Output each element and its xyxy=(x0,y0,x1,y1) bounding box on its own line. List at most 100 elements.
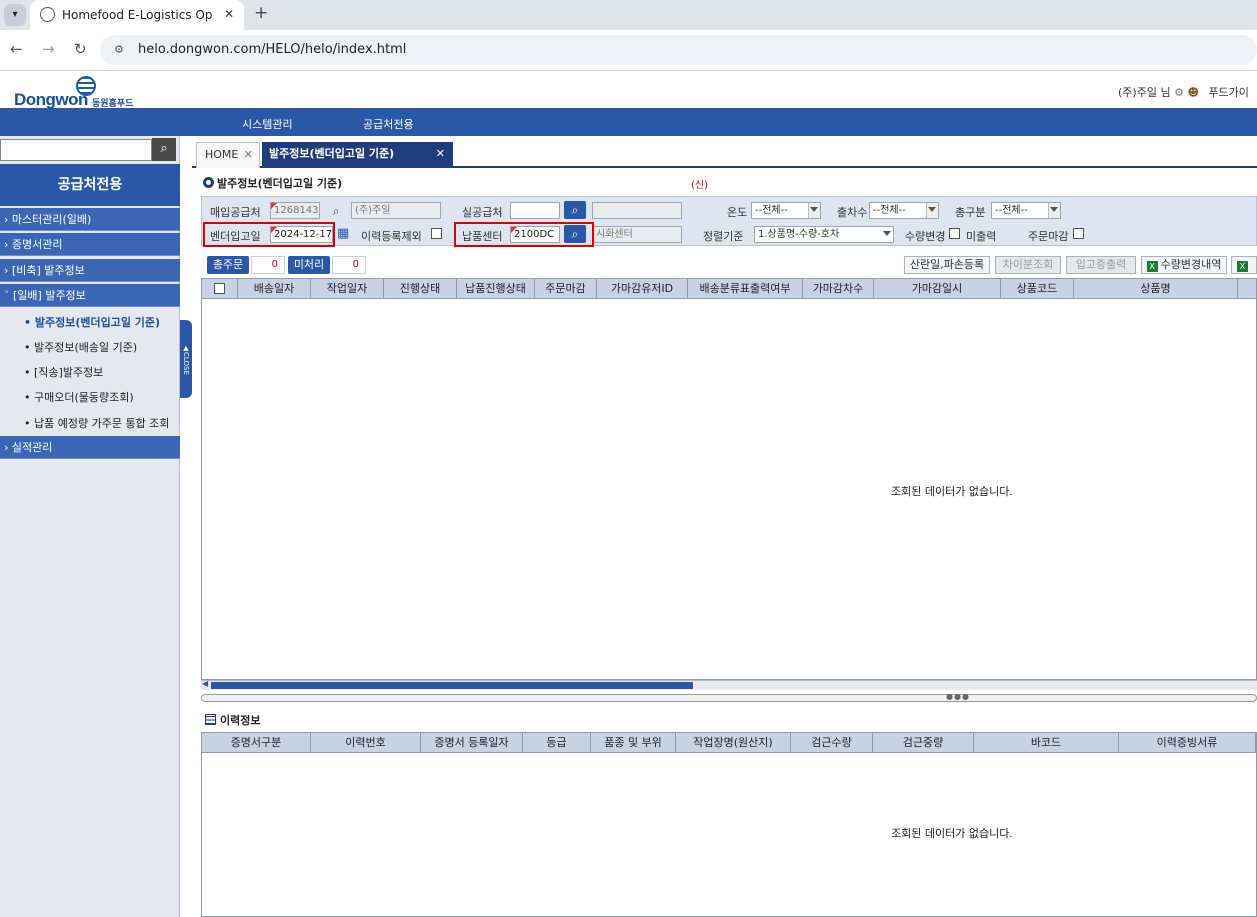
col-header[interactable]: 상품명 xyxy=(1074,279,1238,299)
egg-damage-register-button[interactable]: 산란일,파손등록 xyxy=(904,256,990,274)
select-all-checkbox[interactable] xyxy=(214,283,225,294)
sidebar-group-results[interactable]: › 실적관리 xyxy=(0,436,180,459)
order-close-label: 주문마감 xyxy=(1028,230,1069,243)
sidebar-item-vendor-date[interactable]: • 발주정보(벤더입고일 기준) xyxy=(24,314,160,330)
history-grid-header: 증명서구분 이력번호 증명서 등록일자 등급 품종 및 부위 작업장명(원산지)… xyxy=(202,733,1256,753)
top-navigation: 시스템관리 공급처전용 xyxy=(0,108,1257,136)
excel-icon: X xyxy=(1146,261,1158,272)
search-conditions: 매입공급처 1268143 ⌕ (주)주일 실공급처 ⌕ 온도 --전체-- 출… xyxy=(201,196,1257,246)
url-field[interactable]: ⚙ helo.dongwon.com/HELO/helo/index.html xyxy=(100,35,1257,65)
temperature-select[interactable]: --전체-- xyxy=(751,202,821,219)
chevron-down-icon xyxy=(883,231,891,236)
sidebar-item-purchase-orders[interactable]: • 구매오더(물동량조회) xyxy=(24,389,134,405)
scrollbar-thumb[interactable] xyxy=(211,682,693,689)
col-header[interactable]: 증명서 등록일자 xyxy=(421,733,523,753)
forward-icon[interactable]: → xyxy=(42,40,55,58)
sidebar-group-master[interactable]: › 마스터관리(일배) xyxy=(0,208,180,231)
qty-change-label: 수량변경 xyxy=(905,230,946,243)
sidebar-item-delivery-date[interactable]: • 발주정보(배송일 기준) xyxy=(24,339,137,355)
tab-home[interactable]: HOME ✕ xyxy=(196,142,260,168)
difference-query-button[interactable]: 차이분조회 xyxy=(995,256,1061,274)
sidebar-item-provisional-orders[interactable]: • 납품 예정량 가주문 통합 조회 xyxy=(24,415,169,431)
header-extra-link[interactable]: 푸드가이 xyxy=(1208,86,1248,99)
scroll-left-icon[interactable]: ◀ xyxy=(202,679,208,688)
reload-icon[interactable]: ↻ xyxy=(74,40,87,58)
col-header[interactable]: 검근수량 xyxy=(791,733,873,753)
user-name: (주)주일 님 xyxy=(1118,86,1171,99)
temperature-label: 온도 xyxy=(727,206,748,219)
close-icon[interactable]: ✕ xyxy=(436,142,445,166)
col-header[interactable]: 바코드 xyxy=(974,733,1119,753)
search-icon[interactable]: ⌕ xyxy=(325,202,347,220)
settings-icon[interactable]: ⚙ xyxy=(1174,86,1184,99)
col-header[interactable]: 상품코드 xyxy=(1001,279,1074,299)
menu-search-button[interactable]: ⌕ xyxy=(152,138,176,161)
tab-search-dropdown[interactable]: ▾ xyxy=(4,4,26,26)
sidebar-group-label: 실적관리 xyxy=(11,441,53,454)
col-header[interactable]: 작업일자 xyxy=(311,279,384,299)
col-header[interactable]: 가마감유저ID xyxy=(597,279,688,299)
col-header[interactable]: 이력증빙서류 xyxy=(1119,733,1256,753)
sidebar-item-direct-orders[interactable]: • [직송]발주정보 xyxy=(24,364,103,380)
drag-handle-icon[interactable]: ●●● xyxy=(946,692,970,701)
col-header[interactable]: 주문마감 xyxy=(535,279,597,299)
close-icon[interactable]: ✕ xyxy=(244,143,253,167)
qty-change-checkbox[interactable] xyxy=(949,228,960,239)
sort-select[interactable]: 1.상품명-수량-호차 xyxy=(754,226,894,243)
history-grid-empty-message: 조회된 데이터가 없습니다. xyxy=(891,827,1013,840)
kind-select[interactable]: --전체-- xyxy=(991,202,1061,219)
sidebar-group-stockpile-orders[interactable]: › [비축] 발주정보 xyxy=(0,259,180,282)
browser-tab[interactable]: Homefood E-Logistics Operati ✕ xyxy=(30,0,244,30)
panel-splitter[interactable]: ●●● xyxy=(201,692,1257,702)
col-header[interactable]: 증명서구분 xyxy=(202,733,311,753)
site-info-icon[interactable]: ⚙ xyxy=(114,43,124,56)
col-header[interactable]: 배송일자 xyxy=(238,279,311,299)
history-exclude-checkbox[interactable] xyxy=(431,228,442,239)
table-icon xyxy=(205,714,216,725)
col-header[interactable]: 검근중량 xyxy=(873,733,974,753)
nav-system-admin[interactable]: 시스템관리 xyxy=(242,116,293,132)
col-header[interactable]: 배송분류표출력여부 xyxy=(688,279,803,299)
col-header[interactable]: 납품진행상태 xyxy=(457,279,535,299)
user-avatar-icon[interactable]: ☻ xyxy=(1187,86,1198,99)
excel-icon: X xyxy=(1237,261,1248,272)
tab-label: HOME xyxy=(205,148,239,161)
unprocessed-button[interactable]: 미처리 xyxy=(288,256,330,274)
sidebar-group-certificate[interactable]: › 증명서관리 xyxy=(0,233,180,256)
sidebar-group-daily-orders[interactable]: ˅ [일배] 발주정보 xyxy=(0,284,180,307)
sort-label: 정렬기준 xyxy=(703,230,744,243)
order-close-checkbox[interactable] xyxy=(1073,228,1084,239)
history-grid: 증명서구분 이력번호 증명서 등록일자 등급 품종 및 부위 작업장명(원산지)… xyxy=(201,732,1257,917)
purchase-supplier-name: (주)주일 xyxy=(351,202,441,219)
select-value: --전체-- xyxy=(873,205,906,216)
col-header[interactable]: 진행상태 xyxy=(384,279,457,299)
total-orders-count: 0 xyxy=(251,256,285,274)
menu-search-input[interactable] xyxy=(0,139,152,161)
actual-supplier-code-input[interactable] xyxy=(510,202,560,219)
col-header[interactable]: 품종 및 부위 xyxy=(591,733,676,753)
calendar-icon[interactable]: ▦ xyxy=(337,226,349,241)
close-tab-icon[interactable]: ✕ xyxy=(224,7,234,21)
excel-export-button[interactable]: X xyxy=(1231,256,1257,274)
sidebar-close-handle[interactable]: ▲CLOSE xyxy=(180,320,192,398)
browser-tab-title: Homefood E-Logistics Operati xyxy=(62,8,212,22)
horizontal-scrollbar[interactable]: ◀ xyxy=(201,679,1257,690)
history-title-text: 이력정보 xyxy=(220,714,261,727)
receipt-print-button[interactable]: 입고증출력 xyxy=(1066,256,1136,274)
dongwon-logo[interactable]: Dongwon 동원홈푸드 xyxy=(14,76,144,109)
qty-change-history-button[interactable]: X 수량변경내역 xyxy=(1141,256,1227,274)
col-header[interactable]: 가마감일시 xyxy=(874,279,1001,299)
new-tab-button[interactable]: + xyxy=(254,3,268,23)
back-icon[interactable]: ← xyxy=(10,40,23,58)
actual-supplier-search-button[interactable]: ⌕ xyxy=(564,201,586,219)
sidebar-group-label: 마스터관리(일배) xyxy=(11,213,92,226)
col-header[interactable]: 이력번호 xyxy=(311,733,421,753)
col-header[interactable]: 작업장명(원산지) xyxy=(676,733,791,753)
tab-vendor-date-orders[interactable]: 발주정보(벤더입고일 기준) ✕ xyxy=(262,142,453,168)
nav-supplier-only[interactable]: 공급처전용 xyxy=(363,116,414,132)
total-orders-button[interactable]: 총주문 xyxy=(207,256,249,274)
shipments-select[interactable]: --전체-- xyxy=(869,202,939,219)
col-header[interactable]: 가마감차수 xyxy=(803,279,874,299)
col-header[interactable]: 등급 xyxy=(523,733,591,753)
shipments-label: 출차수 xyxy=(837,206,868,219)
